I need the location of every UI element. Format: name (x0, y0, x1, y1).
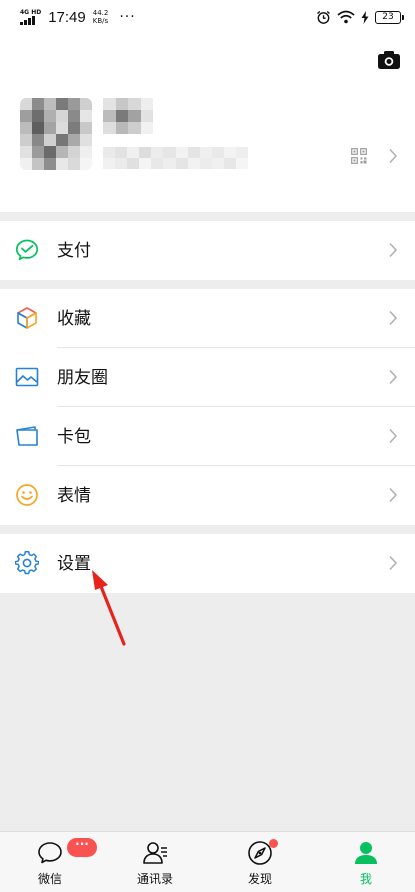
discover-red-dot (269, 839, 278, 848)
status-left: 4G HD 17:49 44.2 KB/s ··· (20, 9, 136, 26)
network-speed: 44.2 KB/s (92, 9, 109, 25)
album-picture-icon (15, 367, 39, 387)
menu-item-moments[interactable]: 朋友圈 (0, 348, 415, 407)
card-wallet-icon (16, 426, 38, 446)
menu-item-label: 卡包 (57, 427, 91, 447)
alarm-icon (317, 10, 330, 24)
unread-badge: ··· (67, 838, 97, 857)
chevron-right-icon (389, 369, 398, 385)
chevron-right-icon (389, 242, 398, 258)
tab-contacts[interactable]: 通讯录 (115, 832, 195, 892)
qr-code-icon[interactable] (351, 148, 367, 164)
menu-item-label: 支付 (57, 241, 91, 261)
chat-bubble-icon (38, 842, 62, 864)
battery-icon: 23 (375, 10, 404, 24)
tab-label: 发现 (247, 872, 272, 886)
avatar[interactable] (20, 98, 92, 170)
annotation-arrow (92, 570, 126, 646)
menu-item-settings[interactable]: 设置 (0, 534, 415, 593)
menu-group-settings: 设置 (0, 534, 415, 593)
menu-group-pay: 支付 (0, 221, 415, 280)
more-notifications: ··· (119, 9, 136, 25)
menu-item-label: 收藏 (57, 309, 91, 329)
profile-header[interactable] (0, 34, 415, 212)
gear-icon (15, 551, 39, 575)
smiley-icon (16, 484, 38, 506)
camera-icon[interactable] (378, 50, 400, 70)
menu-item-label: 朋友圈 (57, 368, 108, 388)
menu-item-pay[interactable]: 支付 (0, 221, 415, 280)
menu-item-cards[interactable]: 卡包 (0, 407, 415, 466)
nickname-blurred (103, 98, 153, 134)
chevron-right-icon (389, 487, 398, 503)
charging-icon (361, 10, 369, 24)
contacts-icon (143, 842, 167, 864)
battery-level: 23 (382, 11, 394, 22)
chevron-right-icon (389, 555, 398, 571)
chevron-right-icon[interactable] (388, 148, 398, 164)
tab-discover[interactable]: 发现 (220, 832, 300, 892)
tab-bar: ··· 微信 通讯录 发现 我 (0, 831, 415, 892)
wifi-icon (337, 10, 355, 24)
tab-label: 微信 (37, 872, 62, 886)
menu-group-main: 收藏 朋友圈 卡包 表情 (0, 289, 415, 525)
chevron-right-icon (389, 310, 398, 326)
favorites-cube-icon (17, 307, 37, 329)
menu-item-label: 表情 (57, 486, 91, 506)
status-bar: 4G HD 17:49 44.2 KB/s ··· 23 (0, 0, 415, 34)
menu-item-favorites[interactable]: 收藏 (0, 289, 415, 348)
wechat-id-blurred (103, 147, 249, 169)
status-right: 23 (316, 10, 404, 25)
person-icon (355, 842, 377, 864)
tab-label: 通讯录 (136, 872, 173, 886)
clock: 17:49 (48, 8, 86, 26)
signal-icon: 4G HD (20, 9, 41, 25)
wechat-pay-icon (15, 239, 39, 261)
tab-chats[interactable]: ··· 微信 (10, 832, 97, 892)
tab-label: 我 (359, 872, 372, 886)
tab-me[interactable]: 我 (326, 832, 406, 892)
menu-item-stickers[interactable]: 表情 (0, 466, 415, 525)
chevron-right-icon (389, 428, 398, 444)
